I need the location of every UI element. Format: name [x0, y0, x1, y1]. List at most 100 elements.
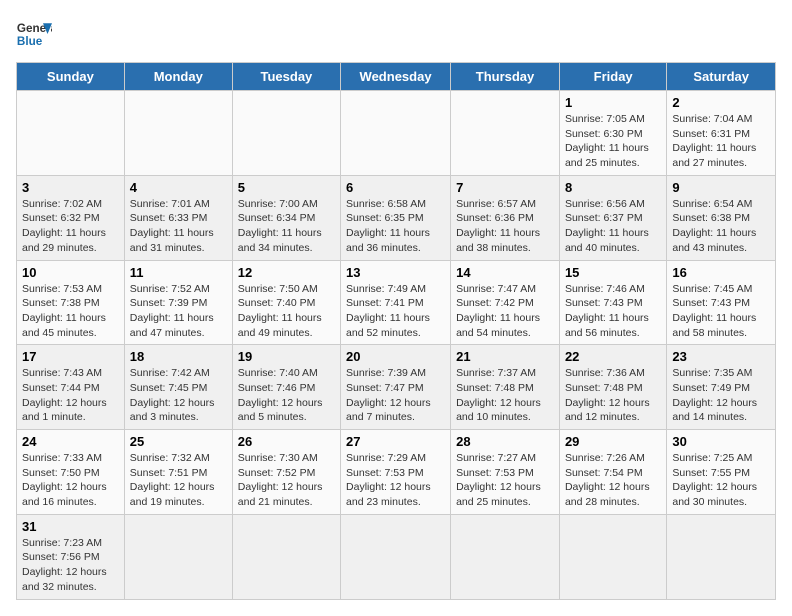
weekday-header: Saturday — [667, 63, 776, 91]
day-number: 24 — [22, 434, 119, 449]
calendar-cell: 29 Sunrise: 7:26 AM Sunset: 7:54 PM Dayli… — [559, 430, 666, 515]
weekday-header: Wednesday — [341, 63, 451, 91]
logo: General Blue — [16, 16, 52, 52]
day-number: 5 — [238, 180, 335, 195]
day-info: Sunrise: 7:32 AM Sunset: 7:51 PM Dayligh… — [130, 451, 227, 510]
day-info: Sunrise: 7:05 AM Sunset: 6:30 PM Dayligh… — [565, 112, 661, 171]
day-info: Sunrise: 7:37 AM Sunset: 7:48 PM Dayligh… — [456, 366, 554, 425]
day-number: 27 — [346, 434, 445, 449]
day-info: Sunrise: 6:54 AM Sunset: 6:38 PM Dayligh… — [672, 197, 770, 256]
calendar-cell: 20 Sunrise: 7:39 AM Sunset: 7:47 PM Dayli… — [341, 345, 451, 430]
day-info: Sunrise: 7:35 AM Sunset: 7:49 PM Dayligh… — [672, 366, 770, 425]
day-number: 26 — [238, 434, 335, 449]
calendar-cell: 7 Sunrise: 6:57 AM Sunset: 6:36 PM Daylig… — [451, 175, 560, 260]
day-number: 8 — [565, 180, 661, 195]
calendar-cell: 9 Sunrise: 6:54 AM Sunset: 6:38 PM Daylig… — [667, 175, 776, 260]
day-info: Sunrise: 7:23 AM Sunset: 7:56 PM Dayligh… — [22, 536, 119, 595]
day-info: Sunrise: 7:46 AM Sunset: 7:43 PM Dayligh… — [565, 282, 661, 341]
day-info: Sunrise: 7:01 AM Sunset: 6:33 PM Dayligh… — [130, 197, 227, 256]
calendar-table: SundayMondayTuesdayWednesdayThursdayFrid… — [16, 62, 776, 600]
calendar-cell: 27 Sunrise: 7:29 AM Sunset: 7:53 PM Dayli… — [341, 430, 451, 515]
calendar-cell: 17 Sunrise: 7:43 AM Sunset: 7:44 PM Dayli… — [17, 345, 125, 430]
day-number: 7 — [456, 180, 554, 195]
calendar-cell: 12 Sunrise: 7:50 AM Sunset: 7:40 PM Dayli… — [232, 260, 340, 345]
day-number: 6 — [346, 180, 445, 195]
day-info: Sunrise: 7:43 AM Sunset: 7:44 PM Dayligh… — [22, 366, 119, 425]
day-number: 1 — [565, 95, 661, 110]
calendar-cell: 31 Sunrise: 7:23 AM Sunset: 7:56 PM Dayli… — [17, 514, 125, 599]
day-info: Sunrise: 7:53 AM Sunset: 7:38 PM Dayligh… — [22, 282, 119, 341]
calendar-cell: 30 Sunrise: 7:25 AM Sunset: 7:55 PM Dayli… — [667, 430, 776, 515]
calendar-cell: 3 Sunrise: 7:02 AM Sunset: 6:32 PM Daylig… — [17, 175, 125, 260]
calendar-cell: 22Sunrise: 7:36 AM Sunset: 7:48 PM Dayli… — [559, 345, 666, 430]
calendar-cell: 18Sunrise: 7:42 AM Sunset: 7:45 PM Dayli… — [124, 345, 232, 430]
calendar-cell — [124, 91, 232, 176]
day-number: 4 — [130, 180, 227, 195]
day-info: Sunrise: 6:56 AM Sunset: 6:37 PM Dayligh… — [565, 197, 661, 256]
day-info: Sunrise: 7:00 AM Sunset: 6:34 PM Dayligh… — [238, 197, 335, 256]
day-info: Sunrise: 7:02 AM Sunset: 6:32 PM Dayligh… — [22, 197, 119, 256]
day-number: 19 — [238, 349, 335, 364]
calendar-week-row: 24Sunrise: 7:33 AM Sunset: 7:50 PM Dayli… — [17, 430, 776, 515]
day-info: Sunrise: 6:57 AM Sunset: 6:36 PM Dayligh… — [456, 197, 554, 256]
day-number: 21 — [456, 349, 554, 364]
calendar-cell: 11Sunrise: 7:52 AM Sunset: 7:39 PM Dayli… — [124, 260, 232, 345]
day-number: 14 — [456, 265, 554, 280]
logo-icon: General Blue — [16, 16, 52, 52]
day-number: 17 — [22, 349, 119, 364]
svg-text:Blue: Blue — [17, 35, 43, 48]
day-number: 12 — [238, 265, 335, 280]
day-number: 30 — [672, 434, 770, 449]
calendar-cell — [559, 514, 666, 599]
day-info: Sunrise: 7:45 AM Sunset: 7:43 PM Dayligh… — [672, 282, 770, 341]
day-info: Sunrise: 7:36 AM Sunset: 7:48 PM Dayligh… — [565, 366, 661, 425]
calendar-cell — [667, 514, 776, 599]
day-number: 13 — [346, 265, 445, 280]
day-info: Sunrise: 6:58 AM Sunset: 6:35 PM Dayligh… — [346, 197, 445, 256]
calendar-cell: 21 Sunrise: 7:37 AM Sunset: 7:48 PM Dayli… — [451, 345, 560, 430]
day-number: 31 — [22, 519, 119, 534]
calendar-cell — [451, 91, 560, 176]
day-number: 18 — [130, 349, 227, 364]
day-number: 11 — [130, 265, 227, 280]
weekday-header: Tuesday — [232, 63, 340, 91]
calendar-cell: 4 Sunrise: 7:01 AM Sunset: 6:33 PM Daylig… — [124, 175, 232, 260]
day-info: Sunrise: 7:04 AM Sunset: 6:31 PM Dayligh… — [672, 112, 770, 171]
day-number: 9 — [672, 180, 770, 195]
day-info: Sunrise: 7:40 AM Sunset: 7:46 PM Dayligh… — [238, 366, 335, 425]
calendar-cell: 16 Sunrise: 7:45 AM Sunset: 7:43 PM Dayli… — [667, 260, 776, 345]
day-info: Sunrise: 7:50 AM Sunset: 7:40 PM Dayligh… — [238, 282, 335, 341]
calendar-cell: 8 Sunrise: 6:56 AM Sunset: 6:37 PM Daylig… — [559, 175, 666, 260]
calendar-cell: 19 Sunrise: 7:40 AM Sunset: 7:46 PM Dayli… — [232, 345, 340, 430]
calendar-cell: 1 Sunrise: 7:05 AM Sunset: 6:30 PM Daylig… — [559, 91, 666, 176]
calendar-cell: 28Sunrise: 7:27 AM Sunset: 7:53 PM Dayli… — [451, 430, 560, 515]
day-number: 25 — [130, 434, 227, 449]
day-number: 16 — [672, 265, 770, 280]
calendar-week-row: 10 Sunrise: 7:53 AM Sunset: 7:38 PM Dayli… — [17, 260, 776, 345]
weekday-header: Sunday — [17, 63, 125, 91]
day-info: Sunrise: 7:47 AM Sunset: 7:42 PM Dayligh… — [456, 282, 554, 341]
calendar-cell — [451, 514, 560, 599]
day-number: 20 — [346, 349, 445, 364]
calendar-cell: 13Sunrise: 7:49 AM Sunset: 7:41 PM Dayli… — [341, 260, 451, 345]
day-info: Sunrise: 7:26 AM Sunset: 7:54 PM Dayligh… — [565, 451, 661, 510]
weekday-header: Monday — [124, 63, 232, 91]
day-info: Sunrise: 7:39 AM Sunset: 7:47 PM Dayligh… — [346, 366, 445, 425]
day-info: Sunrise: 7:29 AM Sunset: 7:53 PM Dayligh… — [346, 451, 445, 510]
day-number: 29 — [565, 434, 661, 449]
page-header: General Blue — [16, 16, 776, 52]
calendar-cell: 23 Sunrise: 7:35 AM Sunset: 7:49 PM Dayli… — [667, 345, 776, 430]
day-number: 2 — [672, 95, 770, 110]
calendar-week-row: 31 Sunrise: 7:23 AM Sunset: 7:56 PM Dayli… — [17, 514, 776, 599]
day-number: 10 — [22, 265, 119, 280]
day-number: 15 — [565, 265, 661, 280]
day-number: 23 — [672, 349, 770, 364]
calendar-cell: 14 Sunrise: 7:47 AM Sunset: 7:42 PM Dayli… — [451, 260, 560, 345]
day-number: 3 — [22, 180, 119, 195]
calendar-cell — [341, 514, 451, 599]
day-info: Sunrise: 7:25 AM Sunset: 7:55 PM Dayligh… — [672, 451, 770, 510]
calendar-cell: 15 Sunrise: 7:46 AM Sunset: 7:43 PM Dayli… — [559, 260, 666, 345]
calendar-cell: 26 Sunrise: 7:30 AM Sunset: 7:52 PM Dayli… — [232, 430, 340, 515]
calendar-cell — [341, 91, 451, 176]
day-info: Sunrise: 7:30 AM Sunset: 7:52 PM Dayligh… — [238, 451, 335, 510]
